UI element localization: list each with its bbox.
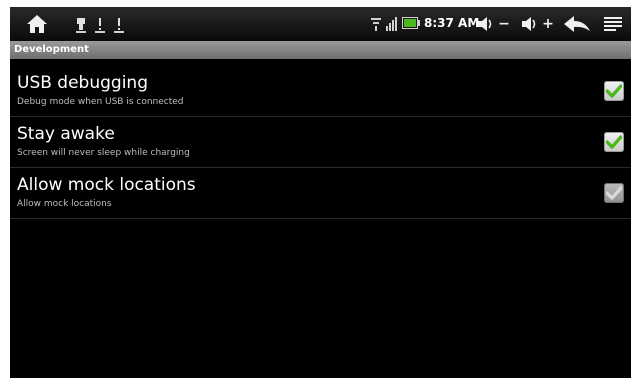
back-button[interactable] bbox=[562, 14, 592, 34]
warning-notification-icon bbox=[114, 15, 124, 33]
usb-notification-icon bbox=[76, 15, 86, 33]
pref-title: Allow mock locations bbox=[17, 175, 196, 195]
notification-icons[interactable] bbox=[76, 15, 124, 33]
volume-down-sign: − bbox=[498, 16, 510, 32]
battery-icon bbox=[402, 17, 420, 29]
menu-icon bbox=[604, 17, 622, 31]
warning-notification-icon bbox=[95, 15, 105, 33]
pref-summary: Screen will never sleep while charging bbox=[17, 148, 190, 158]
volume-up-sign: + bbox=[542, 16, 554, 32]
volume-down-icon bbox=[478, 17, 492, 31]
menu-button[interactable] bbox=[602, 14, 624, 34]
usb-debugging-checkbox[interactable] bbox=[604, 81, 624, 101]
checkmark-icon bbox=[606, 135, 622, 149]
signal-icon bbox=[385, 16, 399, 32]
pref-usb-debugging[interactable]: USB debugging Debug mode when USB is con… bbox=[10, 67, 631, 117]
device-screen: 8:37 AM − + Development USB debugging De… bbox=[10, 7, 631, 378]
back-icon bbox=[564, 16, 590, 32]
category-header: Development bbox=[10, 41, 631, 59]
home-icon[interactable] bbox=[24, 13, 50, 35]
pref-summary: Allow mock locations bbox=[17, 199, 112, 209]
pref-title: USB debugging bbox=[17, 73, 148, 93]
pref-stay-awake[interactable]: Stay awake Screen will never sleep while… bbox=[10, 118, 631, 168]
status-clock: 8:37 AM bbox=[424, 16, 480, 30]
status-bar: 8:37 AM − + bbox=[10, 7, 631, 41]
volume-up-button[interactable]: + bbox=[520, 14, 554, 34]
pref-title: Stay awake bbox=[17, 124, 115, 144]
checkmark-icon bbox=[606, 186, 622, 200]
wifi-icon bbox=[370, 16, 382, 32]
pref-allow-mock-locations[interactable]: Allow mock locations Allow mock location… bbox=[10, 169, 631, 219]
stay-awake-checkbox[interactable] bbox=[604, 132, 624, 152]
volume-down-button[interactable]: − bbox=[476, 14, 510, 34]
pref-summary: Debug mode when USB is connected bbox=[17, 97, 184, 107]
checkmark-icon bbox=[606, 84, 622, 98]
mock-locations-checkbox[interactable] bbox=[604, 183, 624, 203]
volume-up-icon bbox=[522, 17, 536, 31]
